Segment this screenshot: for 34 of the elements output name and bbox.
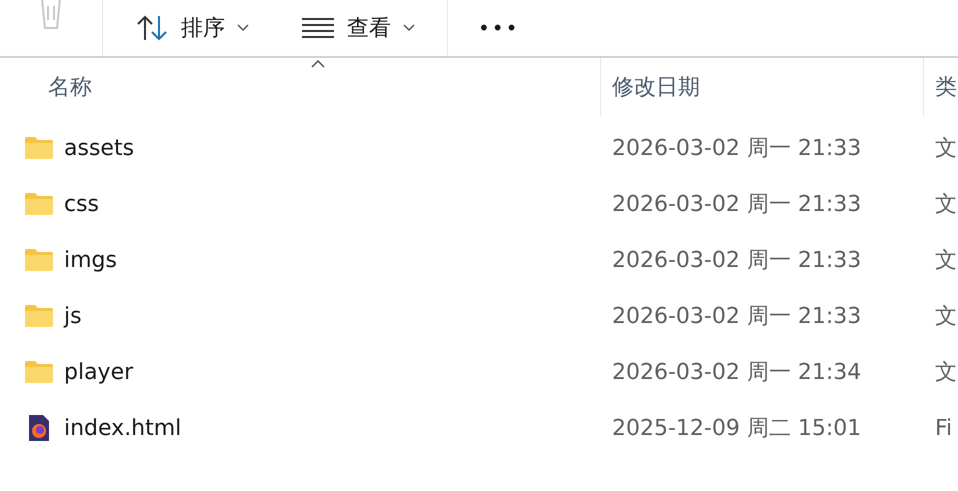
- view-button[interactable]: 查看: [301, 6, 415, 50]
- folder-icon: [24, 192, 54, 216]
- folder-icon: [24, 136, 54, 160]
- more-button[interactable]: •••: [478, 13, 520, 43]
- file-name[interactable]: index.html: [64, 412, 182, 444]
- chevron-down-icon: [237, 24, 249, 32]
- folder-icon: [24, 360, 54, 384]
- list-icon: [301, 17, 335, 39]
- column-header[interactable]: 名称: [0, 58, 600, 116]
- sort-button[interactable]: 排序: [135, 6, 249, 50]
- column-header[interactable]: 类: [924, 58, 957, 116]
- sort-icon: [135, 14, 169, 42]
- modified-date: 2026-03-02 周一 21:33: [611, 134, 862, 162]
- file-type: 文: [934, 246, 957, 274]
- modified-date: 2026-03-02 周一 21:34: [611, 358, 862, 386]
- file-name[interactable]: assets: [64, 132, 134, 164]
- modified-date: 2026-03-02 周一 21:33: [611, 246, 862, 274]
- file-name[interactable]: js: [64, 300, 82, 332]
- file-type: 文: [934, 302, 957, 330]
- file-type: 文: [934, 134, 957, 162]
- column-header[interactable]: 修改日期: [601, 58, 923, 116]
- file-name[interactable]: imgs: [64, 244, 117, 276]
- file-type: Fi: [934, 414, 952, 442]
- folder-icon: [24, 248, 54, 272]
- file-name[interactable]: css: [64, 188, 100, 220]
- folder-icon: [24, 304, 54, 328]
- file-type: 文: [934, 190, 957, 218]
- modified-date: 2026-03-02 周一 21:33: [611, 190, 862, 218]
- file-type: 文: [934, 358, 957, 386]
- modified-date: 2025-12-09 周二 15:01: [611, 414, 862, 442]
- modified-date: 2026-03-02 周一 21:33: [611, 302, 862, 330]
- chevron-down-icon: [403, 24, 415, 32]
- file-name[interactable]: player: [64, 356, 134, 388]
- sort-ascending-icon: [311, 60, 325, 68]
